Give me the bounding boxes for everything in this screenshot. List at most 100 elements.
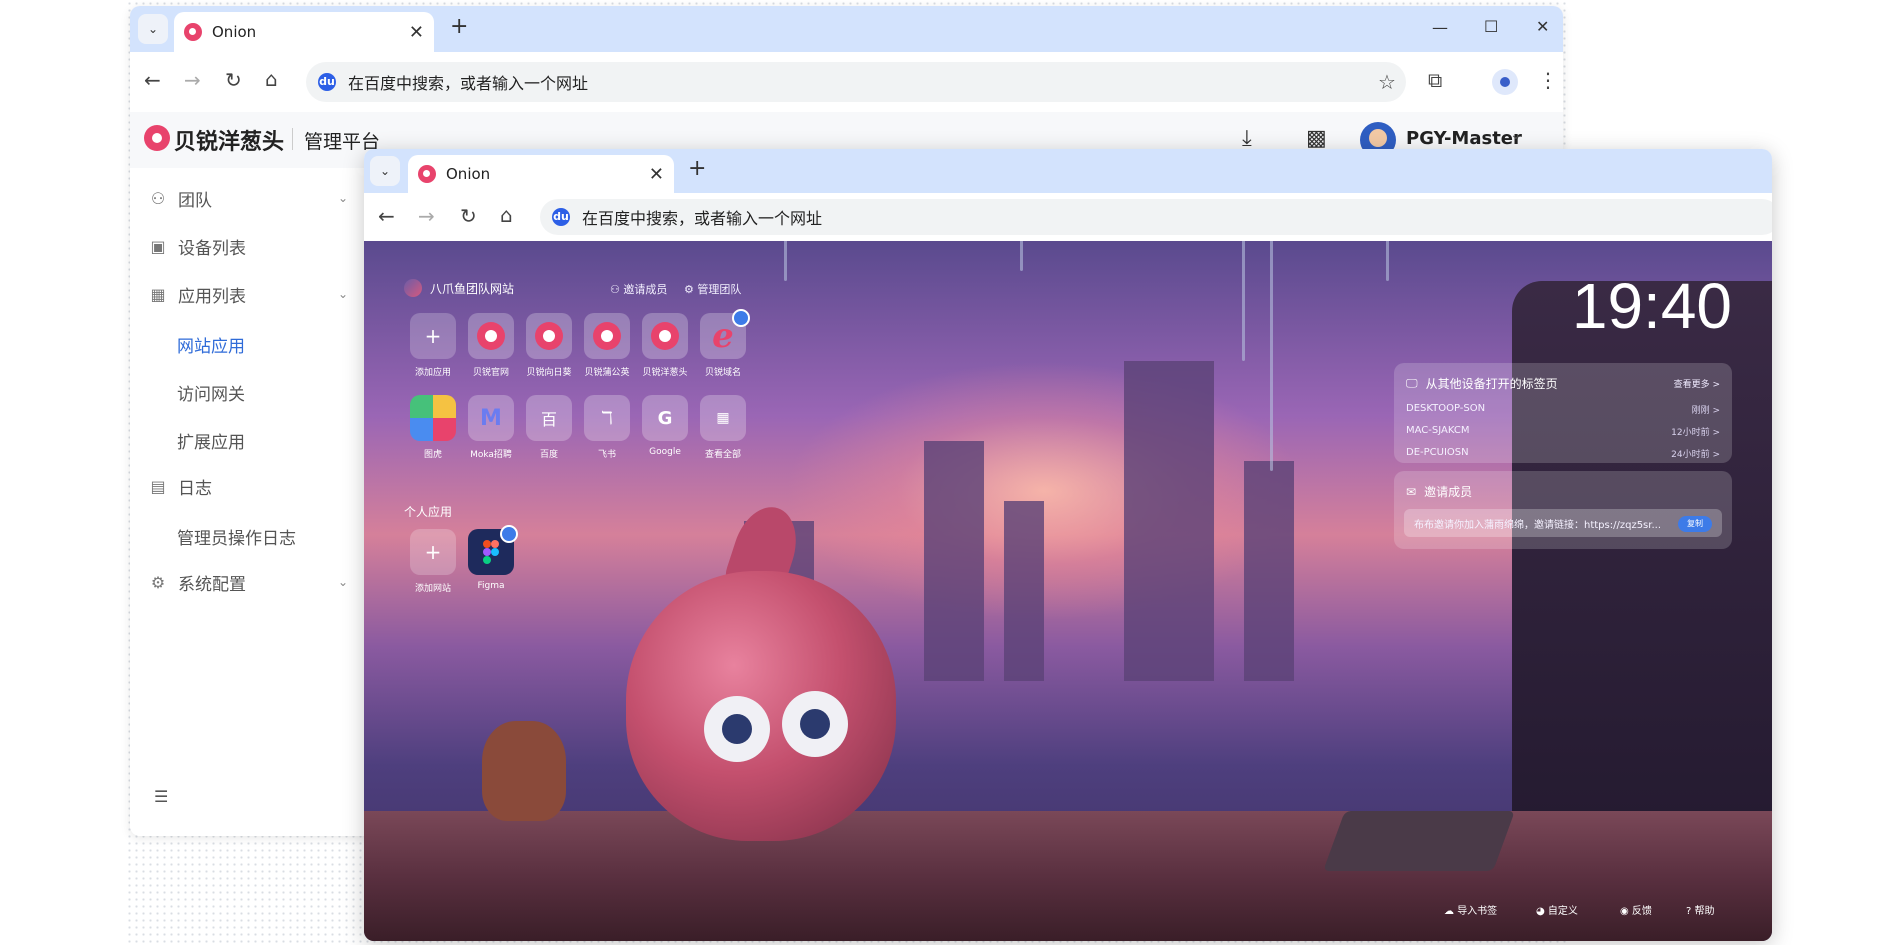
app-label: 图虎: [423, 450, 442, 460]
customize-link[interactable]: ◕ 自定义: [1536, 902, 1578, 917]
app-label: 查看全部: [704, 450, 741, 460]
profile-icon[interactable]: [1492, 69, 1518, 95]
pgy-logo-icon: [584, 313, 630, 359]
user-name[interactable]: PGY-Master: [1406, 128, 1522, 149]
newtab-browser-window: ⌄ Onion ✕ + ← → ↻ ⌂ du 在百度中搜索，或者输入一个网址 八…: [364, 149, 1772, 941]
app-google[interactable]: G Google: [636, 395, 694, 457]
download-icon[interactable]: ⤓: [1242, 126, 1252, 151]
tab-strip: ⌄ Onion ✕ +: [364, 149, 1772, 193]
app-view-all[interactable]: ▦ 查看全部: [694, 395, 752, 460]
tab-onion[interactable]: Onion ✕: [408, 155, 674, 193]
mascot-eye: [704, 696, 770, 762]
app-label: 贝锐向日葵: [526, 368, 572, 378]
new-tab-button[interactable]: +: [450, 14, 468, 39]
tab-search-button[interactable]: ⌄: [370, 156, 400, 186]
app-pgy[interactable]: 贝锐蒲公英: [578, 313, 636, 378]
baidu-logo-icon: 百: [526, 395, 572, 441]
forward-button[interactable]: →: [184, 68, 201, 92]
app-label: Figma: [477, 581, 505, 591]
collapse-sidebar-icon[interactable]: ☰: [154, 787, 168, 806]
app-label: 添加应用: [414, 368, 451, 378]
apps-icon: ▦: [150, 284, 166, 304]
app-figma[interactable]: Figma: [462, 525, 520, 591]
chevron-down-icon[interactable]: ⌄: [1510, 127, 1522, 143]
vase-decoration: [482, 721, 566, 821]
bookmark-star-icon[interactable]: ☆: [1378, 70, 1396, 94]
sidebar-item-log[interactable]: ▤ 日志: [130, 466, 362, 506]
help-link[interactable]: ? 帮助: [1686, 902, 1715, 917]
device-row[interactable]: MAC-SJAKCM 12小时前 >: [1406, 425, 1720, 438]
sidebar-item-config[interactable]: ⚙ 系统配置 ⌄: [130, 562, 362, 602]
minimize-button[interactable]: —: [1432, 18, 1448, 37]
sidebar-item-devices[interactable]: ▣ 设备列表: [130, 226, 362, 266]
back-button[interactable]: ←: [144, 68, 161, 92]
tower-silhouette: [1004, 501, 1044, 681]
device-name: DESKTOOP-SON: [1406, 403, 1486, 414]
cloud-icon: ☁: [1444, 906, 1454, 917]
home-button[interactable]: ⌂: [265, 67, 278, 91]
color-wheel-icon: [410, 395, 456, 441]
extensions-icon[interactable]: ⧉: [1428, 68, 1442, 92]
palette-icon: ◕: [1536, 906, 1545, 917]
tab-close-icon[interactable]: ✕: [649, 164, 664, 185]
app-baidu[interactable]: 百 百度: [520, 395, 578, 460]
reload-button[interactable]: ↻: [225, 68, 242, 92]
forward-button[interactable]: →: [418, 204, 435, 228]
moka-logo-icon: M: [468, 395, 514, 441]
home-button[interactable]: ⌂: [500, 203, 513, 227]
invite-icon: ✉: [1406, 484, 1417, 499]
device-row[interactable]: DESKTOOP-SON 刚刚 >: [1406, 403, 1720, 416]
app-label: 贝锐洋葱头: [642, 368, 688, 378]
sidebar-item-label: 应用列表: [178, 286, 246, 307]
badge-icon: [732, 309, 750, 327]
sidebar-subitem-web-apps[interactable]: 网站应用: [177, 332, 245, 357]
close-window-button[interactable]: ✕: [1536, 17, 1549, 36]
sidebar-subitem-extensions[interactable]: 扩展应用: [177, 428, 245, 453]
app-feishu[interactable]: ℸ 飞书: [578, 395, 636, 460]
view-more-link[interactable]: 查看更多 >: [1674, 377, 1720, 390]
app-domain[interactable]: e 贝锐域名: [694, 309, 752, 378]
device-name: MAC-SJAKCM: [1406, 425, 1470, 436]
address-bar[interactable]: du 在百度中搜索，或者输入一个网址: [540, 199, 1772, 235]
app-oray-site[interactable]: 贝锐官网: [462, 313, 520, 378]
import-bookmarks-link[interactable]: ☁ 导入书签: [1444, 902, 1497, 917]
new-tab-button[interactable]: +: [688, 156, 706, 181]
tab-close-icon[interactable]: ✕: [409, 22, 424, 43]
app-moka[interactable]: M Moka招聘: [462, 395, 520, 460]
invite-member-link[interactable]: ⚇ 邀请成员: [610, 281, 667, 297]
app-label: 飞书: [597, 450, 616, 460]
footer-label: 导入书签: [1457, 906, 1498, 917]
app-add-site[interactable]: + 添加网站: [404, 529, 462, 594]
sidebar-subitem-gateway[interactable]: 访问网关: [177, 380, 245, 405]
sidebar-item-apps[interactable]: ▦ 应用列表 ⌄: [130, 274, 362, 314]
app-label: 添加网站: [414, 584, 451, 594]
team-selector[interactable]: 八爪鱼团队网站: [404, 279, 514, 297]
sidebar-item-team[interactable]: ⚇ 团队 ⌄: [130, 178, 362, 218]
device-row[interactable]: DE-PCUIOSN 24小时前 >: [1406, 447, 1720, 460]
menu-kebab-icon[interactable]: ⋮: [1538, 68, 1558, 92]
qrcode-icon[interactable]: ▩: [1306, 126, 1327, 151]
tab-onion[interactable]: Onion ✕: [174, 12, 434, 52]
app-label: Google: [649, 447, 681, 457]
drip-decoration: [1020, 241, 1023, 271]
address-bar[interactable]: du 在百度中搜索，或者输入一个网址: [306, 62, 1406, 102]
plus-icon: +: [410, 529, 456, 575]
copy-button[interactable]: 复制: [1678, 516, 1712, 532]
manage-team-label: 管理团队: [697, 283, 742, 296]
tab-search-button[interactable]: ⌄: [138, 14, 168, 44]
app-tuhu[interactable]: 图虎: [404, 395, 462, 460]
app-label: 百度: [539, 450, 558, 460]
feedback-link[interactable]: ◉ 反馈: [1620, 902, 1652, 917]
back-button[interactable]: ←: [378, 204, 395, 228]
invite-link-field[interactable]: 布布邀请你加入蒲雨绵绵，邀请链接：https://zqz5sr... 复制: [1404, 509, 1722, 537]
app-sunlogin[interactable]: 贝锐向日葵: [520, 313, 578, 378]
app-add[interactable]: + 添加应用: [404, 313, 462, 378]
sidebar-subitem-admin-log[interactable]: 管理员操作日志: [177, 524, 296, 549]
manage-team-link[interactable]: ⚙ 管理团队: [684, 281, 741, 297]
reload-button[interactable]: ↻: [460, 204, 477, 228]
sidebar-item-label: 设备列表: [178, 238, 246, 259]
brand-logo-icon: [144, 125, 170, 151]
maximize-button[interactable]: ☐: [1484, 17, 1498, 36]
badge-icon: [500, 525, 518, 543]
app-onion[interactable]: 贝锐洋葱头: [636, 313, 694, 378]
